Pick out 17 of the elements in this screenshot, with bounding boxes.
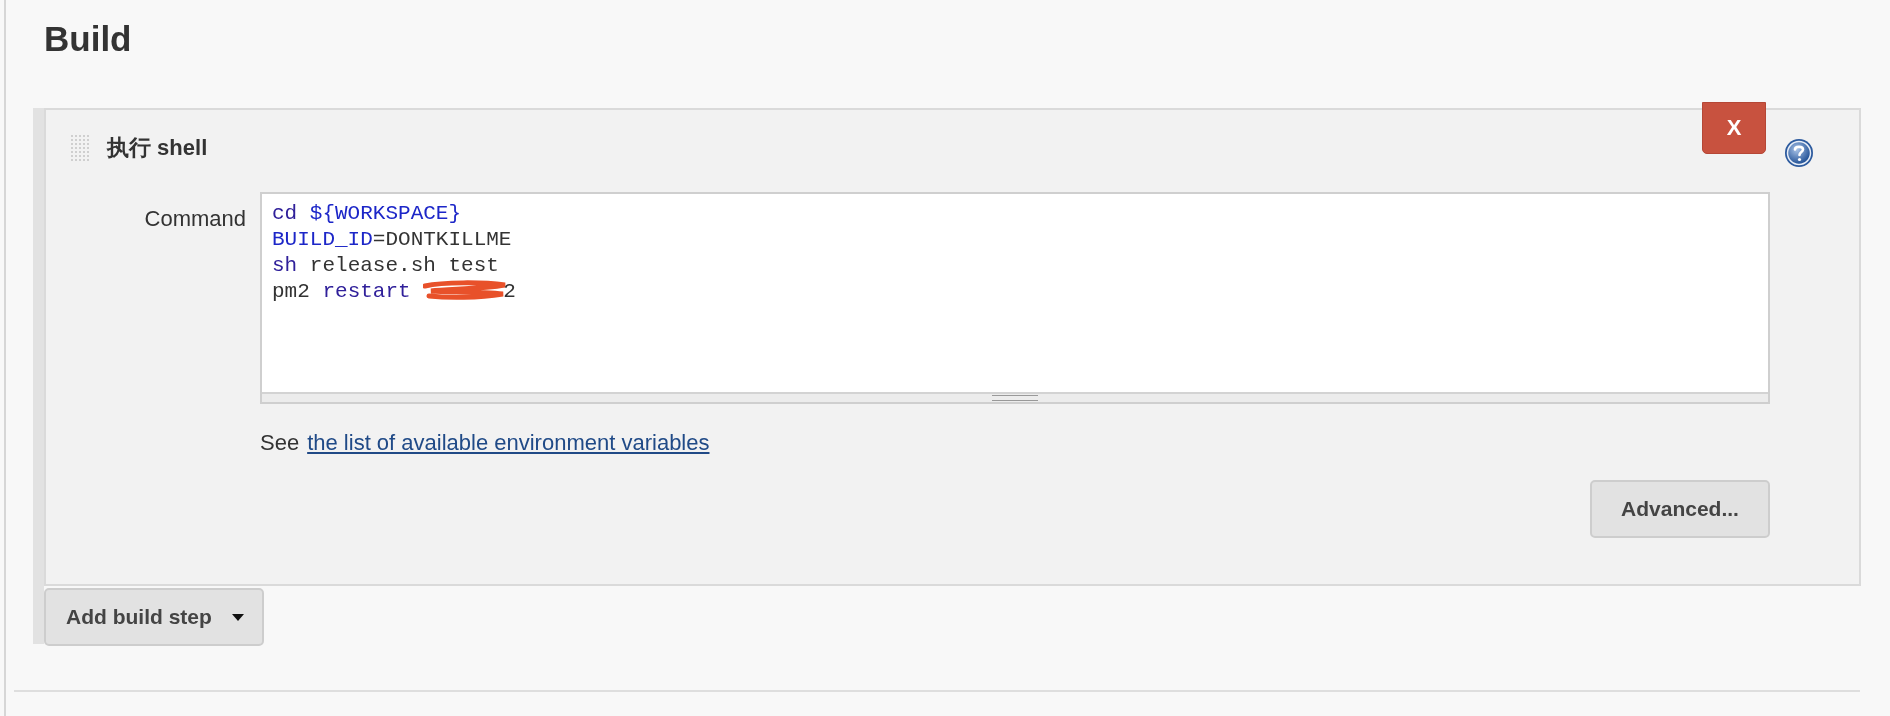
delete-button[interactable]: X — [1702, 102, 1766, 154]
step-title: 执行 shell — [107, 134, 208, 162]
hint-text: See — [260, 430, 300, 456]
code-line: BUILD_ID=DONTKILLME — [272, 227, 513, 253]
code-line: sh release.sh test — [272, 253, 500, 279]
drag-handle-icon[interactable] — [70, 134, 92, 162]
advanced-button[interactable]: Advanced... — [1590, 480, 1770, 538]
code-line: cd ${WORKSPACE} — [272, 201, 463, 227]
command-label: Command — [143, 205, 247, 233]
environment-variables-link[interactable]: the list of available environment variables — [307, 430, 710, 456]
resize-handle[interactable] — [262, 392, 1768, 402]
help-icon[interactable] — [1784, 138, 1814, 168]
section-title: Build — [44, 18, 133, 60]
command-field[interactable]: cd ${WORKSPACE} BUILD_ID=DONTKILLME sh release.sh test pm2 restart 2 — [260, 192, 1770, 404]
caret-icon — [231, 613, 244, 621]
add-build-step-button[interactable]: Add build step — [44, 588, 264, 646]
code-line: pm2 restart 2 — [272, 279, 517, 305]
